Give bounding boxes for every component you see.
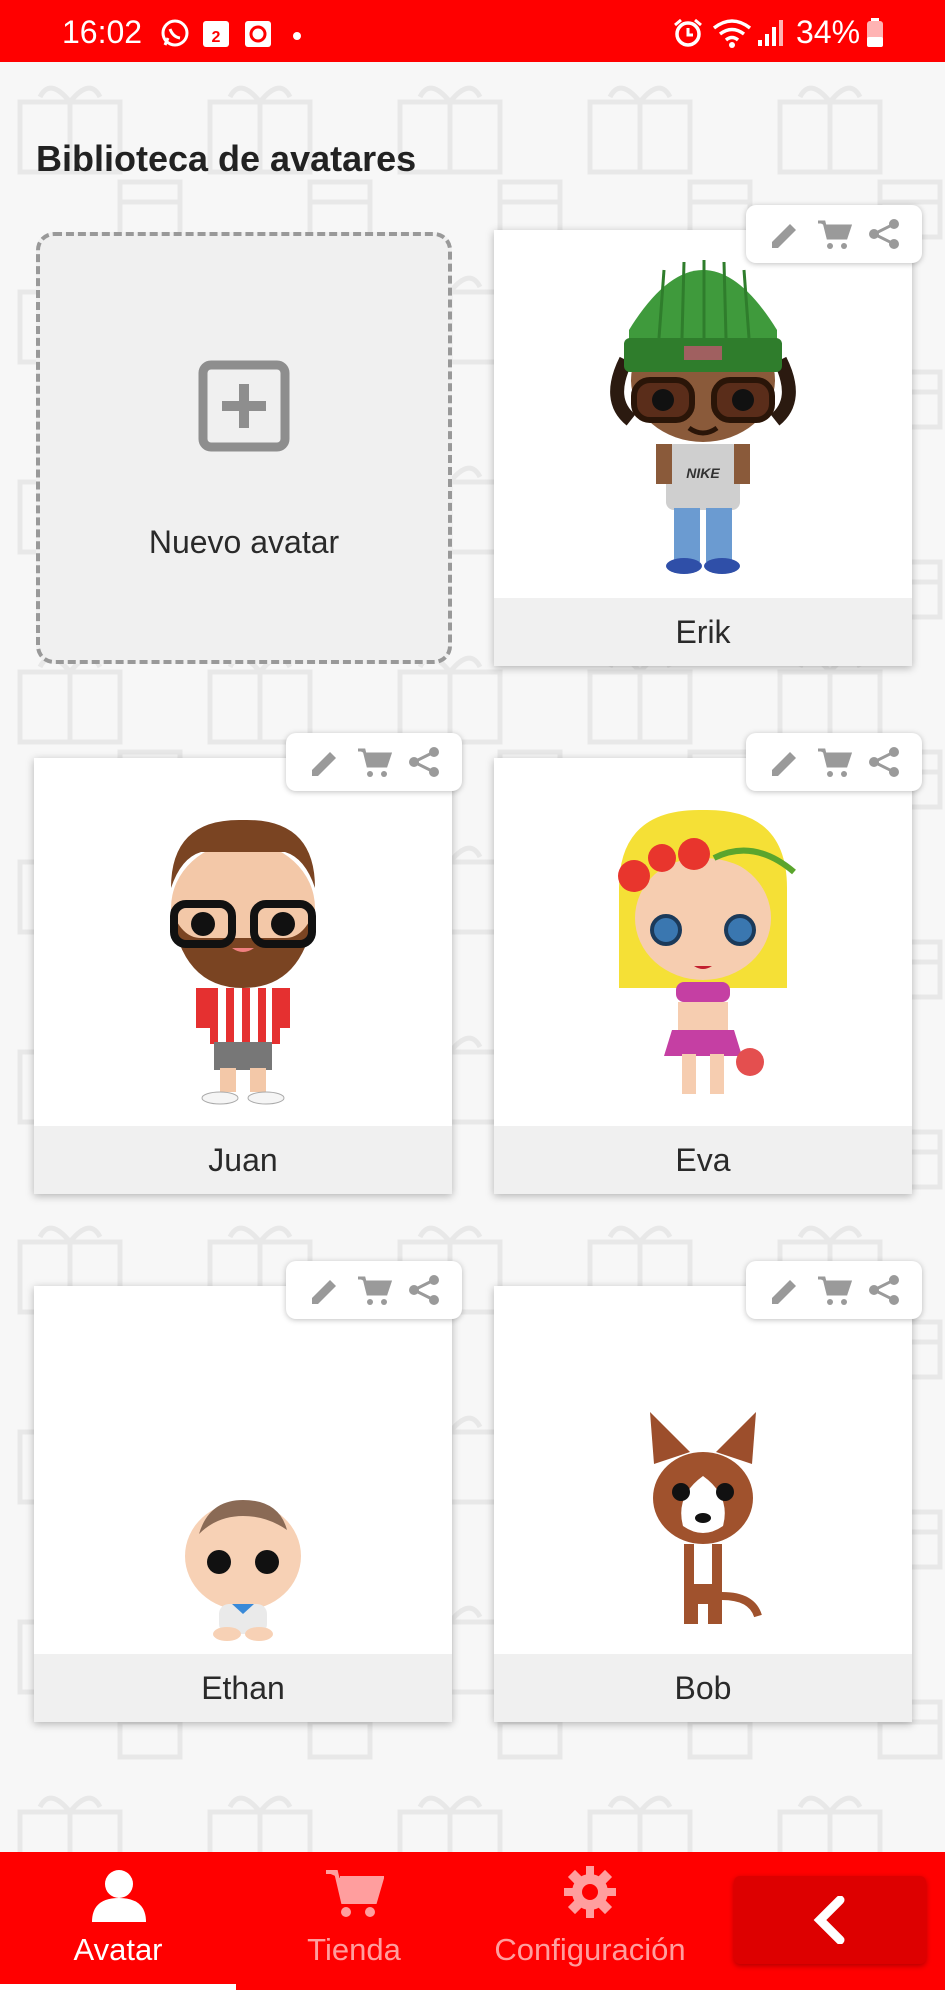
share-icon[interactable] — [406, 744, 442, 780]
alarm-app-icon — [244, 18, 272, 53]
avatar-name: Erik — [494, 598, 912, 666]
cart-icon[interactable] — [816, 216, 853, 252]
page-title: Biblioteca de avatares — [36, 138, 417, 179]
cart-icon[interactable] — [816, 744, 853, 780]
svg-text:NIKE: NIKE — [686, 465, 720, 481]
card-toolbar-bob — [746, 1261, 922, 1319]
card-toolbar-erik — [746, 205, 922, 263]
person-icon — [90, 1866, 148, 1929]
card-toolbar-ethan — [286, 1261, 462, 1319]
card-toolbar-juan — [286, 733, 462, 791]
avatar-card-ethan[interactable]: Ethan — [34, 1286, 452, 1722]
avatar-card-erik[interactable]: NIKE Erik — [494, 230, 912, 666]
calendar-day: 2 — [212, 29, 221, 46]
add-box-icon — [198, 360, 290, 452]
chevron-left-icon — [810, 1895, 850, 1949]
avatar-image-eva — [494, 758, 912, 1126]
cart-icon[interactable] — [356, 744, 393, 780]
avatar-image-erik: NIKE — [494, 230, 912, 598]
share-icon[interactable] — [406, 1272, 442, 1308]
notification-dot-icon — [292, 28, 302, 46]
alarm-clock-icon — [672, 18, 704, 53]
pencil-icon[interactable] — [766, 1272, 802, 1308]
whatsapp-icon — [160, 18, 190, 53]
share-icon[interactable] — [866, 216, 902, 252]
active-indicator — [0, 1984, 236, 1990]
gear-icon — [562, 1864, 618, 1925]
battery-percentage: 34% — [796, 14, 861, 50]
pencil-icon[interactable] — [306, 1272, 342, 1308]
avatar-image-bob — [494, 1286, 912, 1654]
nav-item-configuracion[interactable]: Configuración — [472, 1852, 708, 1990]
avatar-name: Eva — [494, 1126, 912, 1194]
avatar-image-juan — [34, 758, 452, 1126]
calendar-icon: 2 — [202, 18, 230, 53]
card-toolbar-eva — [746, 733, 922, 791]
nav-item-tienda[interactable]: Tienda — [236, 1852, 472, 1990]
avatar-name: Bob — [494, 1654, 912, 1722]
nav-label-avatar: Avatar — [73, 1932, 163, 1967]
pencil-icon[interactable] — [766, 744, 802, 780]
status-time: 16:02 — [62, 14, 143, 50]
share-icon[interactable] — [866, 744, 902, 780]
new-avatar-label: Nuevo avatar — [148, 524, 340, 560]
pencil-icon[interactable] — [766, 216, 802, 252]
avatar-card-bob[interactable]: Bob — [494, 1286, 912, 1722]
nav-label-configuracion: Configuración — [494, 1932, 686, 1967]
battery-icon — [866, 18, 884, 53]
share-icon[interactable] — [866, 1272, 902, 1308]
new-avatar-button[interactable]: Nuevo avatar — [36, 232, 452, 664]
avatar-card-eva[interactable]: Eva — [494, 758, 912, 1194]
cart-icon[interactable] — [356, 1272, 393, 1308]
signal-icon — [756, 18, 786, 53]
wifi-icon — [712, 18, 752, 53]
cart-icon — [324, 1868, 385, 1925]
nav-item-avatar[interactable]: Avatar — [0, 1852, 236, 1990]
avatar-card-juan[interactable]: Juan — [34, 758, 452, 1194]
bottom-navigation: Avatar Tienda Configuración — [0, 1852, 945, 1990]
avatar-name: Ethan — [34, 1654, 452, 1722]
status-bar: 16:02 2 34% — [0, 0, 945, 62]
pencil-icon[interactable] — [306, 744, 342, 780]
back-button[interactable] — [734, 1876, 926, 1964]
avatar-image-ethan — [34, 1286, 452, 1654]
nav-label-tienda: Tienda — [307, 1932, 401, 1967]
avatar-name: Juan — [34, 1126, 452, 1194]
cart-icon[interactable] — [816, 1272, 853, 1308]
